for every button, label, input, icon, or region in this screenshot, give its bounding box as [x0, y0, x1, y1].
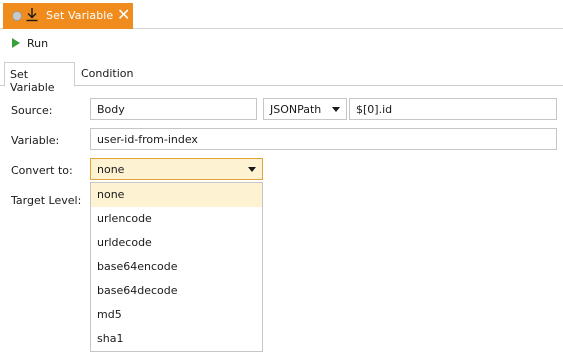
- option-none[interactable]: none: [91, 183, 262, 207]
- circle-icon: [12, 11, 22, 21]
- option-md5[interactable]: md5: [91, 303, 262, 327]
- document-tab-title: Set Variable: [46, 9, 114, 22]
- convert-to-label: Convert to:: [11, 164, 73, 177]
- variable-field[interactable]: [90, 128, 557, 150]
- run-label: Run: [27, 36, 49, 50]
- variable-label: Variable:: [11, 134, 60, 147]
- tab-condition[interactable]: Condition: [76, 62, 136, 87]
- source-mode-value: JSONPath: [270, 103, 322, 116]
- play-icon: [12, 38, 20, 48]
- option-urlencode[interactable]: urlencode: [91, 207, 262, 231]
- convert-to-dropdown: none urlencode urldecode base64encode ba…: [90, 182, 263, 352]
- target-level-label: Target Level:: [11, 194, 82, 207]
- step-into-icon: [26, 8, 38, 22]
- chevron-down-icon: [248, 167, 256, 172]
- convert-to-value: none: [97, 163, 125, 176]
- option-base64decode[interactable]: base64decode: [91, 279, 262, 303]
- tab-set-variable[interactable]: Set Variable: [4, 62, 75, 94]
- source-field[interactable]: [90, 98, 257, 120]
- convert-to-select[interactable]: none: [90, 158, 263, 180]
- chevron-down-icon: [332, 107, 340, 112]
- source-mode-select[interactable]: JSONPath: [263, 98, 347, 120]
- option-sha1[interactable]: sha1: [91, 327, 262, 351]
- run-button[interactable]: Run: [12, 35, 48, 51]
- option-urldecode[interactable]: urldecode: [91, 231, 262, 255]
- source-label: Source:: [11, 104, 53, 117]
- title-bar: Set Variable ✕: [0, 0, 563, 29]
- close-icon[interactable]: ✕: [117, 6, 130, 24]
- document-tab[interactable]: Set Variable ✕: [3, 3, 133, 29]
- tab-bar: Set Variable Condition: [0, 62, 563, 94]
- jsonpath-expression-field[interactable]: [349, 98, 557, 120]
- option-base64encode[interactable]: base64encode: [91, 255, 262, 279]
